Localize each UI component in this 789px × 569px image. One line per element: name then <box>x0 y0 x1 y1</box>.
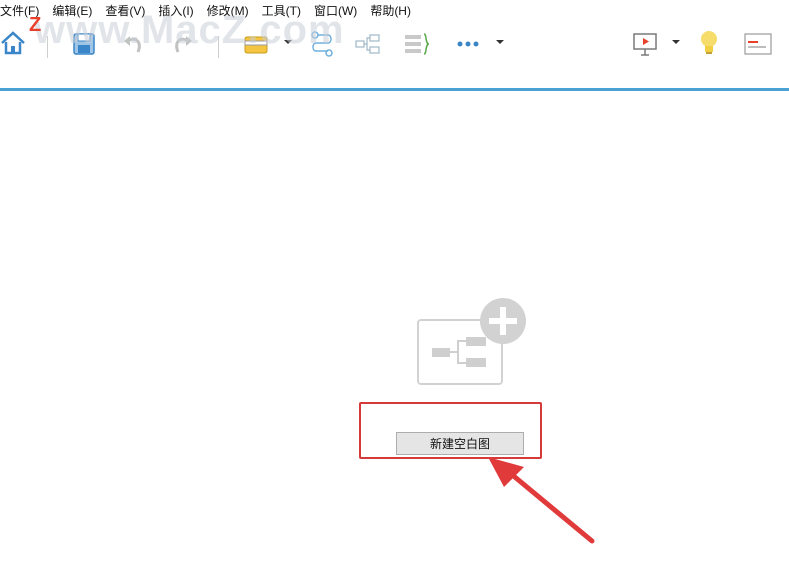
menu-help[interactable]: 帮助(H) <box>370 2 411 19</box>
redo-icon[interactable] <box>170 32 194 56</box>
undo-icon[interactable] <box>122 32 146 56</box>
canvas <box>0 91 789 569</box>
summary-icon[interactable] <box>403 32 431 56</box>
more-dropdown-icon[interactable] <box>494 36 506 48</box>
relationship-icon[interactable] <box>310 30 334 58</box>
menu-window[interactable]: 窗口(W) <box>314 2 357 19</box>
toolbar <box>0 20 789 88</box>
subtopic-icon[interactable] <box>355 32 381 56</box>
pointer-arrow <box>486 455 606 550</box>
presentation-dropdown-icon[interactable] <box>670 36 682 48</box>
new-blank-map-button[interactable]: 新建空白图 <box>396 432 524 455</box>
menu-bar: 文件(F) 编辑(E) 查看(V) 插入(I) 修改(M) 工具(T) 窗口(W… <box>0 0 789 20</box>
save-icon[interactable] <box>72 32 96 56</box>
logo: Z <box>29 14 42 36</box>
idea-icon[interactable] <box>696 28 722 58</box>
outline-icon[interactable] <box>743 31 773 57</box>
menu-insert[interactable]: 插入(I) <box>158 2 193 19</box>
presentation-icon[interactable] <box>631 30 659 58</box>
new-map-icon[interactable] <box>416 296 528 388</box>
menu-view[interactable]: 查看(V) <box>105 2 145 19</box>
menu-edit[interactable]: 编辑(E) <box>52 2 92 19</box>
menu-tools[interactable]: 工具(T) <box>262 2 301 19</box>
dropdown-icon[interactable] <box>282 36 294 48</box>
more-icon[interactable] <box>455 34 481 54</box>
folder-icon[interactable] <box>243 32 269 56</box>
home-icon[interactable] <box>0 30 26 56</box>
menu-modify[interactable]: 修改(M) <box>207 2 249 19</box>
